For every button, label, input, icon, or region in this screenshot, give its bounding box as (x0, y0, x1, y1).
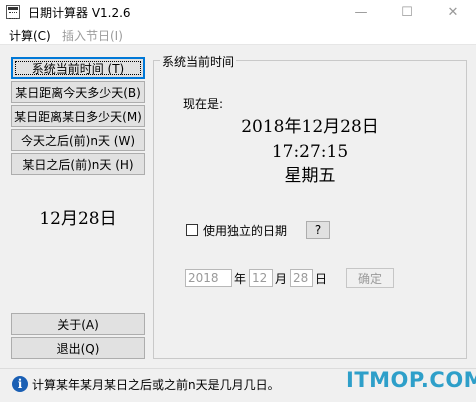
n-days-from-today-button-label: 今天之后(前)n天 (W) (20, 133, 135, 148)
calculator-app-icon (6, 5, 20, 19)
month-input[interactable]: 12 (249, 269, 273, 287)
minimize-button[interactable]: — (338, 0, 384, 24)
app-window: 日期计算器 V1.2.6 — ☐ ✕ 计算(C) 插入节日(I) 系统当前时间 … (0, 0, 476, 402)
n-days-from-date-button[interactable]: 某日之后(前)n天 (H) (11, 153, 145, 175)
confirm-button[interactable]: 确定 (346, 268, 394, 288)
exit-button-label: 退出(Q) (56, 341, 100, 356)
independent-date-checkbox[interactable] (186, 224, 198, 236)
menu-calculate[interactable]: 计算(C) (9, 27, 51, 44)
day-input[interactable]: 28 (290, 269, 313, 287)
maximize-button[interactable]: ☐ (384, 0, 430, 24)
help-button[interactable]: ? (306, 221, 330, 239)
now-weekday: 星期五 (284, 166, 336, 186)
independent-date-label[interactable]: 使用独立的日期 (203, 222, 287, 239)
window-title: 日期计算器 V1.2.6 (28, 6, 131, 20)
now-label: 现在是: (183, 97, 224, 111)
title-bar: 日期计算器 V1.2.6 — ☐ ✕ (0, 0, 476, 24)
month-unit: 月 (275, 272, 288, 286)
days-between-dates-button[interactable]: 某日距离某日多少天(M) (11, 105, 145, 127)
close-button[interactable]: ✕ (430, 0, 476, 24)
menu-insert-holiday[interactable]: 插入节日(I) (62, 27, 123, 44)
about-button-label: 关于(A) (57, 317, 99, 332)
about-button[interactable]: 关于(A) (11, 313, 145, 335)
day-unit: 日 (315, 272, 328, 286)
year-input[interactable]: 2018 (185, 269, 232, 287)
days-between-dates-button-label: 某日距离某日多少天(M) (14, 109, 142, 124)
current-date-display: 12月28日 (39, 209, 117, 229)
system-time-button-label: 系统当前时间 (T) (13, 59, 143, 77)
days-to-today-button-label: 某日距离今天多少天(B) (15, 85, 141, 100)
status-text: 计算某年某月某日之后或之前n天是几月几日。 (32, 378, 280, 392)
info-icon: i (12, 376, 28, 392)
n-days-from-today-button[interactable]: 今天之后(前)n天 (W) (11, 129, 145, 151)
exit-button[interactable]: 退出(Q) (11, 337, 145, 359)
year-unit: 年 (234, 272, 247, 286)
group-title: 系统当前时间 (160, 53, 237, 70)
n-days-from-date-button-label: 某日之后(前)n天 (H) (22, 157, 134, 172)
watermark-logo: ITMOP.COM (346, 368, 476, 392)
days-to-today-button[interactable]: 某日距离今天多少天(B) (11, 81, 145, 103)
now-date: 2018年12月28日 (241, 117, 379, 137)
now-time: 17:27:15 (271, 142, 349, 162)
menu-bar: 计算(C) 插入节日(I) (0, 24, 476, 45)
system-time-button[interactable]: 系统当前时间 (T) (11, 57, 145, 79)
